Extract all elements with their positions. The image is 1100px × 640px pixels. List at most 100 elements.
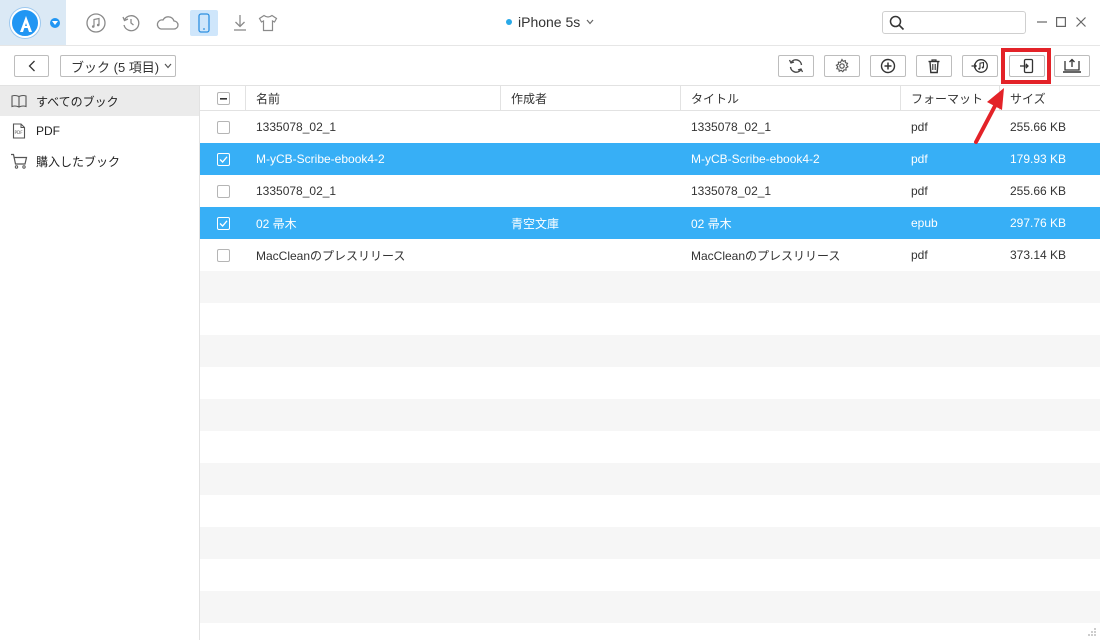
row-checkbox-checked[interactable] — [217, 216, 230, 230]
app-logo[interactable] — [0, 0, 66, 45]
table-row[interactable]: 02 帚木 青空文庫 02 帚木 epub 297.76 KB — [200, 207, 1100, 239]
table-row[interactable]: MacCleanのプレスリリース MacCleanのプレスリリース pdf 37… — [200, 239, 1100, 271]
annotation-arrow-icon — [974, 88, 1004, 144]
tshirt-icon[interactable] — [255, 10, 281, 36]
cell-author — [501, 239, 681, 271]
row-checkbox-checked[interactable] — [217, 152, 230, 166]
phone-icon[interactable] — [190, 10, 218, 36]
add-button[interactable] — [870, 55, 906, 77]
select-all-checkbox[interactable] — [217, 92, 230, 105]
search-icon — [889, 15, 905, 31]
back-button[interactable] — [14, 55, 49, 77]
chevron-down-icon — [586, 19, 594, 25]
music-note-icon[interactable] — [83, 10, 109, 36]
row-checkbox-cell — [200, 111, 246, 143]
cell-format: epub — [911, 216, 938, 230]
cart-icon — [10, 153, 28, 169]
sidebar-item-label: 購入したブック — [36, 154, 121, 169]
sidebar-item-label: PDF — [36, 124, 60, 138]
cell-title: 1335078_02_1 — [691, 120, 772, 134]
cell-name: MacCleanのプレスリリース — [256, 248, 406, 263]
minimize-icon — [1037, 21, 1047, 23]
sidebar: すべてのブック PDF PDF 購入したブック — [0, 86, 200, 640]
row-checkbox[interactable] — [217, 184, 230, 198]
sidebar-item-purchased-books[interactable]: 購入したブック — [0, 146, 199, 176]
row-checkbox-cell — [200, 207, 246, 239]
resize-grip-icon[interactable] — [1087, 627, 1097, 637]
device-selector[interactable]: iPhone 5s — [506, 14, 594, 30]
sidebar-item-all-books[interactable]: すべてのブック — [0, 86, 199, 116]
cell-author — [501, 175, 681, 207]
category-label: ブック (5 項目) — [71, 59, 160, 75]
cell-size: 297.76 KB — [1010, 216, 1067, 230]
refresh-icon — [788, 59, 804, 73]
itunes-transfer-icon — [971, 59, 988, 73]
row-checkbox[interactable] — [217, 120, 230, 134]
to-itunes-button[interactable] — [962, 55, 998, 77]
send-to-computer-icon — [1063, 58, 1081, 73]
row-checkbox[interactable] — [217, 248, 230, 262]
row-checkbox-cell — [200, 239, 246, 271]
chevron-left-icon — [28, 60, 35, 72]
minimize-button[interactable] — [1035, 14, 1049, 30]
cell-title: 1335078_02_1 — [691, 184, 772, 198]
download-icon[interactable] — [227, 10, 253, 36]
book-icon — [10, 93, 28, 109]
cell-format: pdf — [911, 248, 928, 262]
cell-name: 1335078_02_1 — [256, 184, 337, 198]
cell-name: 02 帚木 — [256, 216, 297, 231]
cell-name: 1335078_02_1 — [256, 120, 337, 134]
maximize-button[interactable] — [1054, 14, 1068, 30]
cell-author: 青空文庫 — [511, 216, 560, 231]
cell-title: 02 帚木 — [691, 216, 732, 231]
history-icon[interactable] — [118, 10, 144, 36]
delete-button[interactable] — [916, 55, 952, 77]
empty-row — [200, 591, 1100, 623]
cell-format: pdf — [911, 184, 928, 198]
logo-menu-chevron-icon[interactable] — [50, 18, 60, 28]
column-header-author[interactable]: 作成者 — [501, 86, 681, 111]
empty-row — [200, 463, 1100, 495]
title-bar: iPhone 5s — [0, 0, 1100, 46]
empty-rows — [200, 271, 1100, 623]
cell-size: 255.66 KB — [1010, 184, 1067, 198]
anytrans-logo-icon — [10, 8, 40, 38]
cell-size: 373.14 KB — [1010, 248, 1067, 262]
empty-row — [200, 303, 1100, 335]
table-row[interactable]: 1335078_02_1 1335078_02_1 pdf 255.66 KB — [200, 175, 1100, 207]
refresh-button[interactable] — [778, 55, 814, 77]
search-box[interactable] — [882, 11, 1026, 34]
add-icon — [880, 58, 896, 74]
cell-title: MacCleanのプレスリリース — [691, 248, 841, 263]
maximize-icon — [1056, 17, 1066, 27]
column-header-title[interactable]: タイトル — [681, 86, 901, 111]
search-input[interactable] — [909, 14, 1021, 31]
empty-row — [200, 527, 1100, 559]
close-button[interactable] — [1074, 14, 1088, 30]
device-status-dot — [506, 19, 512, 25]
empty-row — [200, 495, 1100, 527]
cell-title: M-yCB-Scribe-ebook4-2 — [691, 152, 820, 166]
cloud-icon[interactable] — [154, 10, 180, 36]
gear-icon — [835, 58, 849, 73]
cell-name: M-yCB-Scribe-ebook4-2 — [256, 152, 385, 166]
column-header-name[interactable]: 名前 — [246, 86, 501, 111]
empty-row — [200, 271, 1100, 303]
book-table: 名前 作成者 タイトル フォーマット サイズ 1335078_02_1 1335… — [200, 86, 1100, 640]
sidebar-item-label: すべてのブック — [36, 94, 119, 109]
trash-icon — [928, 59, 940, 74]
highlight-box — [1001, 48, 1051, 84]
settings-button[interactable] — [824, 55, 860, 77]
select-all-header — [200, 86, 246, 111]
empty-row — [200, 559, 1100, 591]
category-dropdown[interactable]: ブック (5 項目) — [60, 55, 176, 77]
row-checkbox-cell — [200, 175, 246, 207]
empty-row — [200, 367, 1100, 399]
empty-row — [200, 399, 1100, 431]
empty-row — [200, 335, 1100, 367]
sidebar-item-pdf[interactable]: PDF PDF — [0, 116, 199, 146]
cell-author — [501, 143, 681, 175]
to-computer-button[interactable] — [1054, 55, 1090, 77]
svg-text:PDF: PDF — [15, 130, 24, 135]
row-checkbox-cell — [200, 143, 246, 175]
